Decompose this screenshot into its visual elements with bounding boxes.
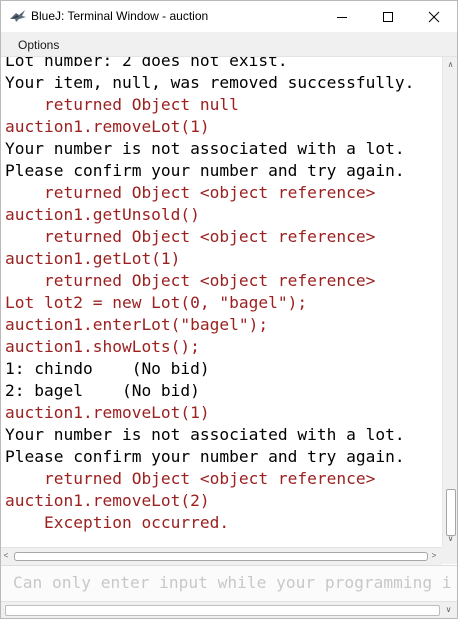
minimize-icon <box>337 16 347 18</box>
menu-options[interactable]: Options <box>18 38 59 52</box>
input-scrollbar[interactable]: ∨ <box>1 601 457 618</box>
scroll-up-icon[interactable]: ∧ <box>443 60 457 70</box>
input-scroll-track[interactable] <box>5 605 440 616</box>
terminal-output-line: Lot number: 2 does not exist. <box>5 57 288 70</box>
minimize-button[interactable] <box>319 1 365 32</box>
terminal-command-line: auction1.getLot(1) <box>5 249 181 268</box>
terminal-command-line: auction1.enterLot("bagel"); <box>5 315 269 334</box>
terminal-input[interactable]: Can only enter input while your programm… <box>1 565 457 602</box>
terminal-output-line: Please confirm your number and try again… <box>5 447 405 466</box>
terminal-command-line: returned Object null <box>5 95 239 114</box>
terminal-window: BlueJ: Terminal Window - auction Options… <box>0 0 458 619</box>
terminal-command-line: returned Object <object reference> <box>5 469 376 488</box>
terminal-output-line: Your number is not associated with a lot… <box>5 139 405 158</box>
scroll-right-icon[interactable]: > <box>429 551 439 561</box>
terminal-output-line: Please confirm your number and try again… <box>5 161 405 180</box>
close-icon <box>428 11 440 22</box>
horizontal-scroll-thumb[interactable] <box>14 552 428 561</box>
scroll-left-icon[interactable]: < <box>1 551 11 561</box>
input-placeholder: Can only enter input while your programm… <box>13 573 452 592</box>
terminal-command-line: returned Object <object reference> <box>5 271 376 290</box>
vertical-scroll-thumb[interactable] <box>446 489 456 536</box>
terminal-command-line: Lot lot2 = new Lot(0, "bagel"); <box>5 293 308 312</box>
terminal-command-line: auction1.removeLot(1) <box>5 117 210 136</box>
terminal-command-line: auction1.getUnsold() <box>5 205 200 224</box>
terminal-output-line: 1: chindo (No bid) <box>5 359 210 378</box>
title-bar[interactable]: BlueJ: Terminal Window - auction <box>1 1 457 32</box>
window-title: BlueJ: Terminal Window - auction <box>31 9 209 23</box>
terminal-output-line: Your item, null, was removed successfull… <box>5 73 415 92</box>
terminal-command-line: auction1.removeLot(2) <box>5 491 210 510</box>
terminal-command-line: auction1.showLots(); <box>5 337 200 356</box>
terminal-command-line: Exception occurred. <box>5 513 230 532</box>
menu-bar: Options <box>1 32 457 57</box>
input-scroll-icon[interactable]: ∨ <box>441 605 456 615</box>
terminal-output-line: Your number is not associated with a lot… <box>5 425 405 444</box>
terminal-command-line: returned Object <object reference> <box>5 183 376 202</box>
terminal-command-line: returned Object <object reference> <box>5 227 376 246</box>
scrollbar-corner <box>442 547 457 564</box>
bluej-bird-icon <box>10 10 26 22</box>
scroll-down-icon[interactable]: ∨ <box>443 534 457 544</box>
maximize-button[interactable] <box>365 1 411 32</box>
maximize-icon <box>383 11 393 22</box>
close-button[interactable] <box>411 1 457 32</box>
terminal-command-line: auction1.removeLot(1) <box>5 403 210 422</box>
horizontal-scrollbar[interactable]: < > <box>1 547 442 565</box>
terminal-output[interactable]: Lot number: 2 does not exist. Your item, … <box>1 57 442 547</box>
terminal-output-line: 2: bagel (No bid) <box>5 381 200 400</box>
vertical-scrollbar[interactable]: ∧ ∨ <box>442 57 457 547</box>
